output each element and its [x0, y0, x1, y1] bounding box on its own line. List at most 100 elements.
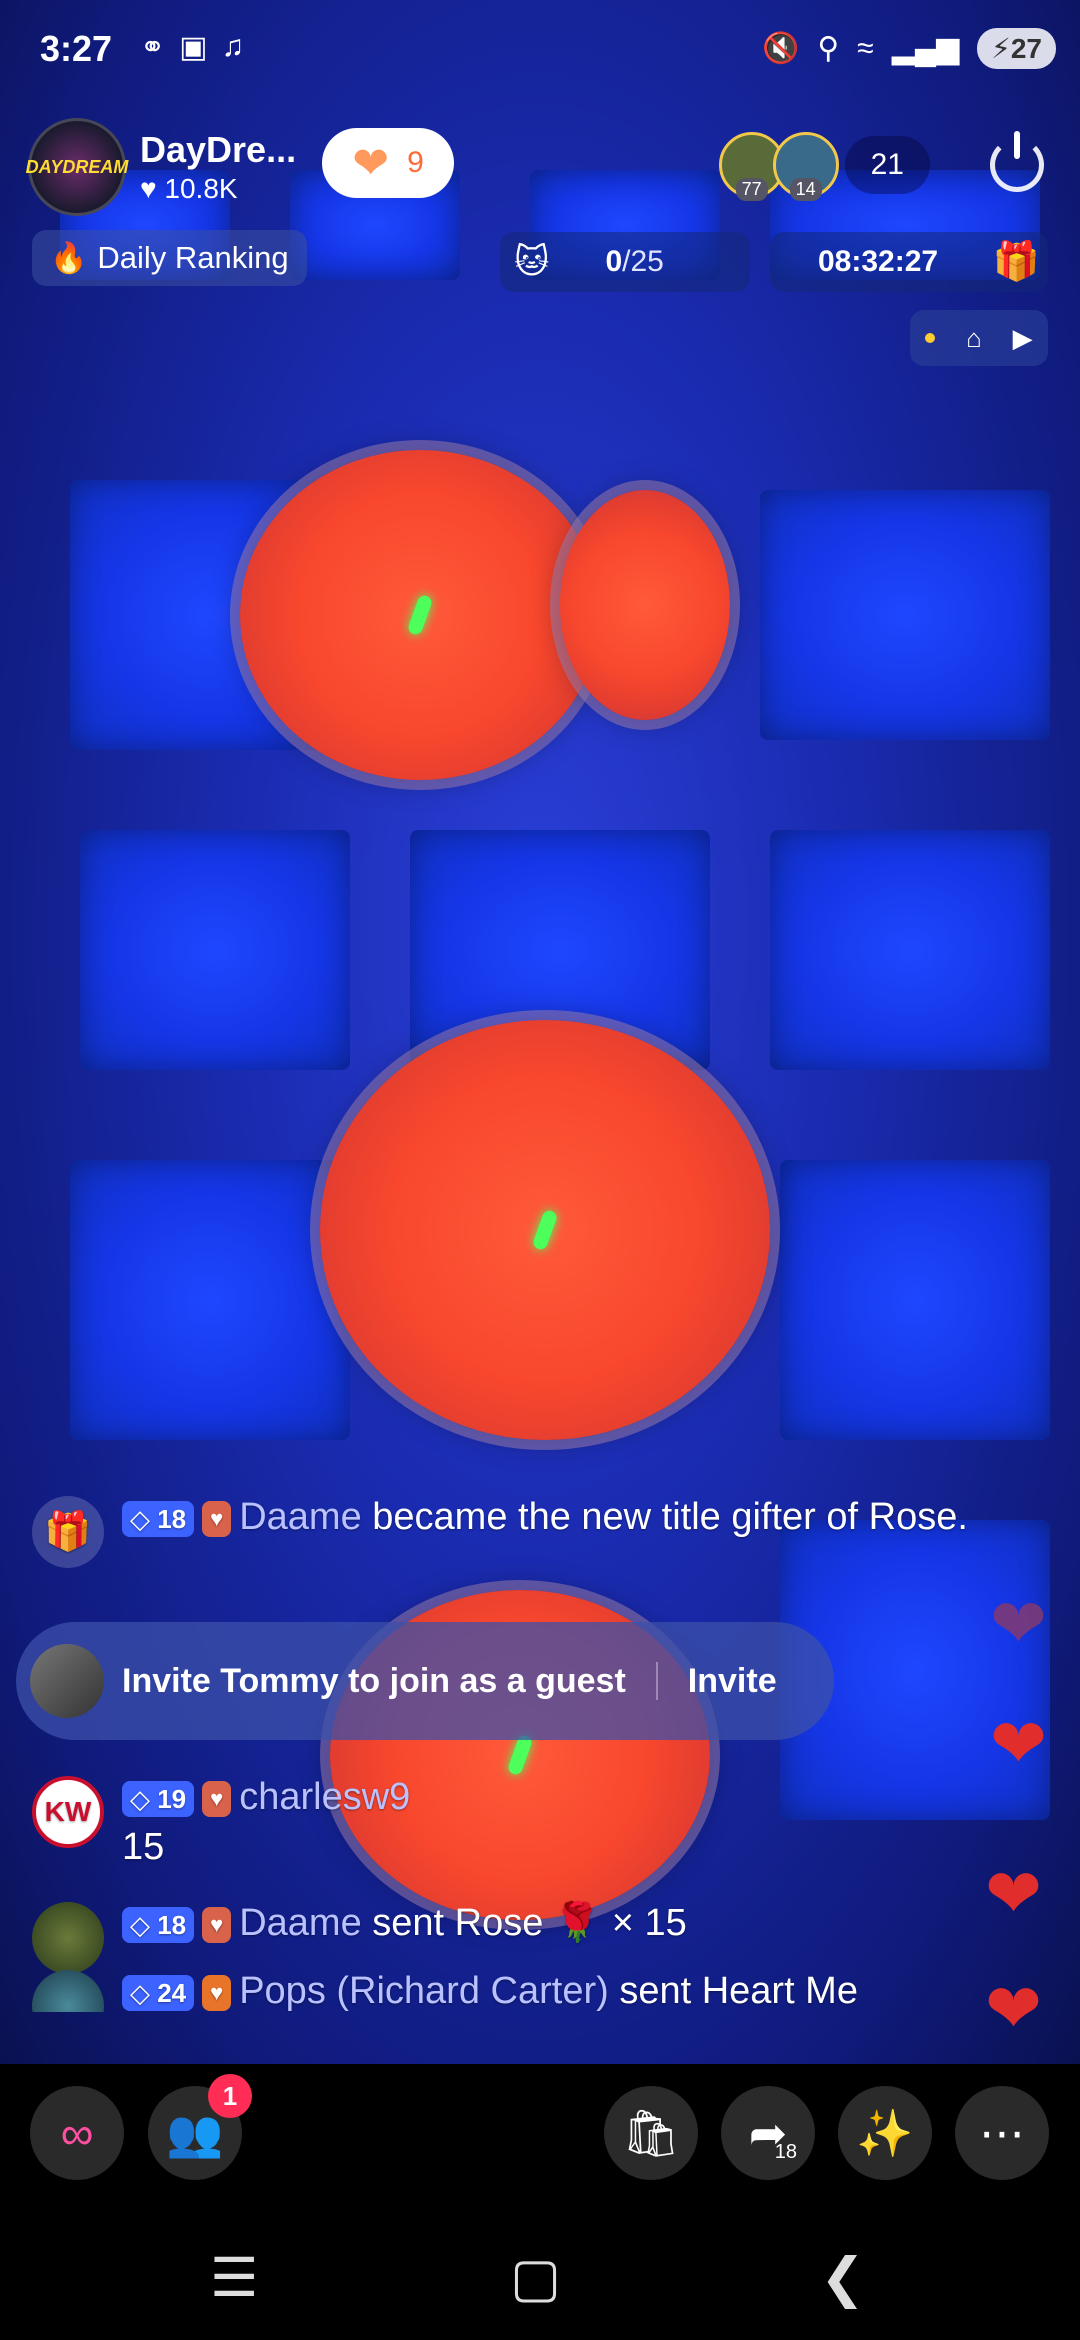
coral-side — [560, 490, 730, 720]
fan-badge-icon: ♥ — [202, 1974, 232, 2011]
invite-guest-banner[interactable]: Invite Tommy to join as a guest Invite — [16, 1622, 834, 1740]
daily-ranking-button[interactable]: 🔥 Daily Ranking — [32, 230, 307, 286]
chat-message: 🎁 ◇ 18 ♥ Daame became the new title gifter… — [30, 1492, 990, 1568]
people-icon: 👥 — [166, 2106, 224, 2159]
tank-tile — [770, 830, 1050, 1070]
chat-text: sent Rose 🌹 × 15 — [361, 1902, 687, 1944]
status-notification-icons: ⚭ ▣ ♫ — [140, 30, 244, 65]
timer-value: 08:32:27 — [818, 245, 939, 278]
chat-username[interactable]: Daame — [239, 1902, 362, 1944]
status-system-icons: 🔇 ⚲ ≈ ▂▄▆ ⚡27 — [762, 28, 1056, 69]
tank-tile — [70, 1160, 350, 1440]
viewer-count[interactable]: 21 — [844, 136, 930, 194]
host-info: DayDre... ♥ 10.8K — [140, 129, 296, 205]
viewer-badge: 14 — [789, 178, 822, 201]
tank-tile — [760, 490, 1050, 740]
viewer-badge: 77 — [735, 178, 768, 201]
magic-wand-icon: ✨ — [856, 2106, 914, 2159]
battery-indicator: ⚡27 — [977, 28, 1056, 69]
chat-message: KW ◇ 19 ♥ charlesw9 15 — [30, 1772, 990, 1872]
host-likes-count: 10.8K — [164, 173, 238, 204]
status-dot-icon — [925, 333, 936, 343]
host-likes: ♥ 10.8K — [140, 173, 296, 205]
flame-icon: 🔥 — [50, 241, 88, 275]
bottom-action-bar: ∞ 👥 1 🛍 ➦ 18 ✨ ⋯ — [0, 2064, 1080, 2210]
top-viewers[interactable]: 77 14 21 — [718, 132, 930, 201]
user-avatar[interactable] — [32, 1902, 104, 1974]
heart-icon: ❤ — [352, 138, 390, 188]
shopping-bag-icon: 🛍 — [621, 2106, 681, 2159]
level-badge: ◇ 18 — [122, 1500, 195, 1537]
floating-heart-icon: ❤ — [985, 1971, 1042, 2047]
level-value: 18 — [157, 1909, 187, 1940]
viewer-avatar[interactable]: 14 — [772, 132, 839, 201]
play-icon: ▶ — [1012, 322, 1033, 353]
user-avatar[interactable] — [32, 1970, 104, 2012]
follow-like-button[interactable]: ❤ 9 — [322, 128, 454, 198]
chat-feed-lower: KW ◇ 19 ♥ charlesw9 15 ◇ 18 ♥ Daame sent Ros… — [30, 1772, 990, 2030]
recent-apps-icon[interactable]: ☰ — [210, 2246, 258, 2309]
host-card[interactable]: DAYDREAM DayDre... ♥ 10.8K — [25, 118, 296, 216]
battery-level: 27 — [1010, 33, 1042, 64]
invite-button[interactable]: Invite — [688, 1662, 777, 1701]
effects-button[interactable]: ✨ — [838, 2086, 932, 2180]
gift-icon: 🎁 — [32, 1496, 104, 1568]
home-icon: ⌂ — [966, 322, 982, 353]
gift-box-icon: 🎁 — [992, 241, 1040, 283]
multi-guest-link-button[interactable]: ∞ — [30, 2086, 124, 2180]
notification-badge: 1 — [208, 2074, 252, 2118]
chat-bubble-icon: ⚭ — [140, 31, 166, 64]
chat-username[interactable]: charlesw9 — [239, 1776, 410, 1818]
goal-current: 0 — [605, 245, 623, 278]
live-video-background — [0, 0, 1080, 2064]
cat-icon: 🐱 — [514, 243, 550, 281]
location-icon: ⚲ — [817, 32, 840, 65]
user-avatar-text: KW — [44, 1796, 92, 1827]
link-icon: ∞ — [60, 2107, 94, 2159]
chat-username[interactable]: Pops (Richard Carter) — [239, 1970, 609, 2012]
mini-widget[interactable]: ⌂ ▶ — [910, 310, 1048, 366]
level-badge: ◇ 18 — [122, 1906, 195, 1943]
host-avatar[interactable]: DAYDREAM — [25, 118, 129, 216]
friends-button[interactable]: 👥 1 — [148, 2074, 252, 2180]
daily-ranking-label: Daily Ranking — [97, 240, 289, 275]
level-badge: ◇ 19 — [122, 1780, 195, 1817]
mute-icon: 🔇 — [761, 32, 800, 65]
floating-heart-icon: ❤ — [990, 1586, 1047, 1662]
floating-heart-icon: ❤ — [990, 1706, 1047, 1782]
wifi-icon: ≈ — [857, 31, 874, 65]
share-button[interactable]: ➦ 18 — [721, 2086, 815, 2180]
guest-avatar — [30, 1644, 104, 1718]
home-button-icon[interactable]: ▢ — [510, 2246, 561, 2309]
status-time: 3:27 — [40, 28, 113, 69]
goal-progress: 0/25 — [605, 245, 663, 279]
status-bar: 3:27 ⚭ ▣ ♫ 🔇 ⚲ ≈ ▂▄▆ ⚡27 — [0, 0, 1080, 100]
fan-badge-icon: ♥ — [202, 1500, 232, 1537]
divider — [655, 1662, 658, 1700]
signal-icon: ▂▄▆ — [891, 32, 960, 65]
host-avatar-logo-text: DAYDREAM — [25, 156, 129, 177]
chat-username[interactable]: Daame — [239, 1496, 362, 1538]
gift-goal[interactable]: 🐱 0/25 — [500, 232, 750, 292]
level-value: 19 — [157, 1783, 187, 1814]
event-timer[interactable]: 08:32:27 🎁 — [770, 232, 1048, 292]
user-avatar[interactable]: KW — [32, 1776, 104, 1848]
chat-feed: 🎁 ◇ 18 ♥ Daame became the new title gifter… — [30, 1492, 990, 1568]
chat-message: ◇ 18 ♥ Daame sent Rose 🌹 × 15 — [30, 1898, 990, 1974]
screenshot-icon: ▣ — [179, 31, 208, 64]
power-exit-icon[interactable] — [990, 138, 1044, 192]
tiktok-icon: ♫ — [221, 30, 245, 63]
goal-total: /25 — [622, 245, 664, 278]
coral-top — [240, 450, 600, 780]
shop-button[interactable]: 🛍 — [604, 2086, 698, 2180]
level-badge: ◇ 24 — [122, 1974, 195, 2011]
host-name[interactable]: DayDre... — [140, 129, 296, 171]
invite-text: Invite Tommy to join as a guest — [122, 1661, 626, 1700]
system-navigation-bar: ☰ ▢ ❮ — [0, 2210, 1080, 2340]
back-arrow-icon[interactable]: ❮ — [820, 2246, 865, 2309]
more-dots-icon: ⋯ — [979, 2107, 1025, 2159]
tank-tile — [780, 1160, 1050, 1440]
tank-tile — [80, 830, 350, 1070]
fan-badge-icon: ♥ — [202, 1906, 232, 1943]
more-options-button[interactable]: ⋯ — [955, 2086, 1049, 2180]
